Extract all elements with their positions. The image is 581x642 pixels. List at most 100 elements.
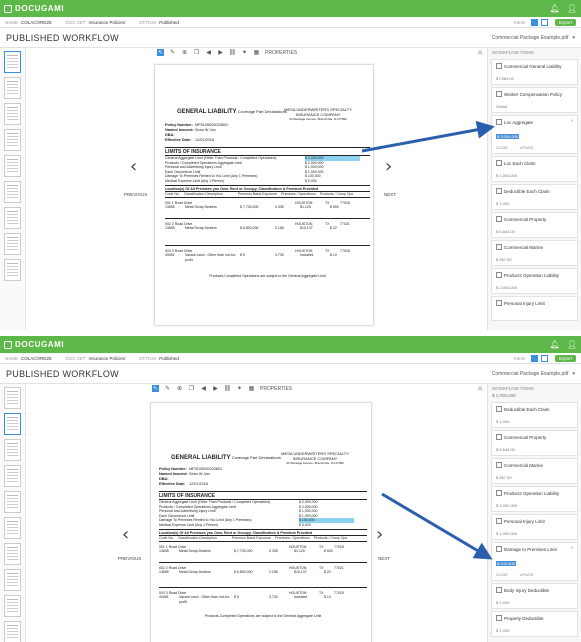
next-page-icon[interactable]: ▶ — [212, 385, 219, 392]
workflow-card-active[interactable]: ✕ Damage to Premises Limit $ 100,000 CLEAR U… — [491, 542, 578, 581]
bell-icon[interactable]: 🔔︎ — [550, 4, 560, 13]
next-arrow-icon[interactable]: › — [376, 524, 383, 545]
workflow-card[interactable]: Commercial Property $ 6,644.00 — [491, 430, 578, 456]
workflow-card[interactable]: Commercial Marine $ 967.00 — [491, 240, 578, 266]
select-icon[interactable]: ↖ — [152, 385, 159, 392]
view-doc-icon[interactable] — [530, 18, 538, 26]
grid-icon[interactable]: ▦ — [248, 385, 255, 392]
pen-icon[interactable]: ✎ — [169, 49, 176, 56]
previous-arrow-icon[interactable]: ‹ — [130, 156, 137, 177]
link-icon[interactable]: ⛓ — [224, 385, 232, 392]
table-cell: Included — [294, 595, 308, 599]
prev-page-icon[interactable]: ◀ — [200, 385, 207, 392]
page-thumbnail[interactable] — [4, 569, 21, 591]
previous-label[interactable]: PREVIOUS — [124, 192, 147, 197]
page-thumbnail[interactable] — [4, 129, 21, 151]
copy-icon[interactable]: ❐ — [188, 385, 195, 392]
previous-label[interactable]: PREVIOUS — [118, 556, 141, 561]
workflow-card[interactable]: Personal Injury Limit — [491, 296, 578, 321]
workflow-card[interactable]: Commercial Property $ 6,644.00 — [491, 212, 578, 238]
clear-button[interactable]: CLEAR — [496, 573, 508, 577]
next-page-icon[interactable]: ▶ — [217, 49, 224, 56]
bookmark-icon[interactable]: ✦ — [236, 385, 243, 392]
card-value-highlighted[interactable]: $ 100,000 — [496, 561, 516, 566]
workflow-card[interactable]: Products Operation Liability $ 2,000,000 — [491, 268, 578, 294]
status-value: Published — [159, 355, 179, 361]
view-doc-icon[interactable] — [530, 354, 538, 362]
workflow-card[interactable]: Deductible Each Claim $ 1,000 — [491, 184, 578, 210]
zoom-icon[interactable]: ⊕ — [176, 385, 183, 392]
card-value-highlighted[interactable]: $ 2,000,000 — [496, 134, 520, 139]
workflow-card[interactable]: Products Operation Liability $ 2,000,000 — [491, 486, 578, 512]
link-icon[interactable]: ⛓ — [229, 49, 237, 56]
export-button[interactable]: Export — [554, 18, 576, 26]
update-button[interactable]: UPDATE — [520, 573, 534, 577]
clear-button[interactable]: CLEAR — [496, 146, 508, 150]
next-label[interactable]: NEXT — [384, 192, 396, 197]
previous-arrow-icon[interactable]: ‹ — [122, 524, 129, 545]
page-thumbnail[interactable] — [4, 207, 21, 229]
page-thumbnail[interactable] — [4, 387, 21, 409]
page-thumbnail[interactable] — [4, 465, 21, 487]
page-thumbnail[interactable] — [4, 233, 21, 255]
workflow-card[interactable]: Worker Compensation Policy Select — [491, 87, 578, 113]
page-thumbnail[interactable] — [4, 259, 21, 281]
top-bar: DOCUGAMI 🔔︎ 👤︎ — [0, 0, 581, 17]
title-bar: PUBLISHED WORKFLOW Commercial Package Ex… — [0, 364, 581, 384]
bookmark-icon[interactable]: ✦ — [241, 49, 248, 56]
workflow-card[interactable]: Commercial Marine $ 967.00 — [491, 458, 578, 484]
next-label[interactable]: NEXT — [378, 556, 390, 561]
grid-icon[interactable]: ▦ — [253, 49, 260, 56]
select-icon[interactable]: ↖ — [157, 49, 164, 56]
brand[interactable]: DOCUGAMI — [4, 4, 64, 13]
close-icon[interactable]: ✕ — [477, 49, 483, 57]
page-thumbnail[interactable] — [4, 413, 21, 435]
table-cell: 0.335 — [269, 549, 278, 553]
file-dropdown[interactable]: Commercial Package Example.pdf ▾ — [492, 371, 575, 377]
page-thumbnail[interactable] — [4, 543, 21, 565]
page-thumbnail[interactable] — [4, 155, 21, 177]
view-table-icon[interactable] — [540, 18, 548, 26]
page-thumbnail[interactable] — [4, 491, 21, 513]
update-button[interactable]: UPDATE — [520, 146, 534, 150]
table-cell: $ 22 — [324, 570, 331, 574]
card-value: $ 1,000 — [496, 628, 510, 633]
page-thumbnail[interactable] — [4, 51, 21, 73]
workflow-card-active[interactable]: ✕ Loc Aggregate $ 2,000,000 CLEAR UPDATE — [491, 115, 578, 154]
page-thumbnail[interactable] — [4, 103, 21, 125]
workflow-card[interactable]: Commercial General Liability $7,564.00 — [491, 59, 578, 85]
card-value: $7,564.00 — [496, 76, 514, 81]
close-icon[interactable]: ✕ — [477, 385, 483, 393]
page-thumbnail[interactable] — [4, 517, 21, 539]
bell-icon[interactable]: 🔔︎ — [550, 340, 560, 349]
page-thumbnail[interactable] — [4, 77, 21, 99]
close-icon[interactable]: ✕ — [571, 118, 574, 123]
card-title: Commercial Property — [496, 434, 573, 440]
view-table-icon[interactable] — [540, 354, 548, 362]
export-button[interactable]: Export — [554, 354, 576, 362]
close-icon[interactable]: ✕ — [571, 545, 574, 550]
page-thumbnail[interactable] — [4, 439, 21, 461]
workflow-card[interactable]: Personal Injury Limit $ 1,000,000 — [491, 514, 578, 540]
pen-icon[interactable]: ✎ — [164, 385, 171, 392]
workflow-card[interactable]: Deductible Each Claim $ 1,000 — [491, 402, 578, 428]
status-label: STATUS — [139, 355, 157, 361]
zoom-icon[interactable]: ⊕ — [181, 49, 188, 56]
page-thumbnail[interactable] — [4, 181, 21, 203]
file-dropdown[interactable]: Commercial Package Example.pdf ▾ — [492, 35, 575, 41]
copy-icon[interactable]: ❐ — [193, 49, 200, 56]
workflow-card[interactable]: Property Deductible $ 1,000 — [491, 611, 578, 637]
user-icon[interactable]: 👤︎ — [567, 340, 577, 349]
workflow-card[interactable]: Loc Each Claim $ 1,000,000 — [491, 156, 578, 182]
properties-label[interactable]: PROPERTIES — [265, 50, 297, 56]
card-value: $ 967.00 — [496, 475, 512, 480]
next-arrow-icon[interactable]: › — [385, 156, 392, 177]
brand[interactable]: DOCUGAMI — [4, 340, 64, 349]
user-icon[interactable]: 👤︎ — [567, 4, 577, 13]
workflow-card[interactable]: Body Injury Deductible $ 1,000 — [491, 583, 578, 609]
page-thumbnail[interactable] — [4, 595, 21, 617]
page-thumbnail[interactable] — [4, 621, 21, 642]
card-value[interactable]: Select — [496, 104, 573, 109]
properties-label[interactable]: PROPERTIES — [260, 386, 292, 392]
prev-page-icon[interactable]: ◀ — [205, 49, 212, 56]
